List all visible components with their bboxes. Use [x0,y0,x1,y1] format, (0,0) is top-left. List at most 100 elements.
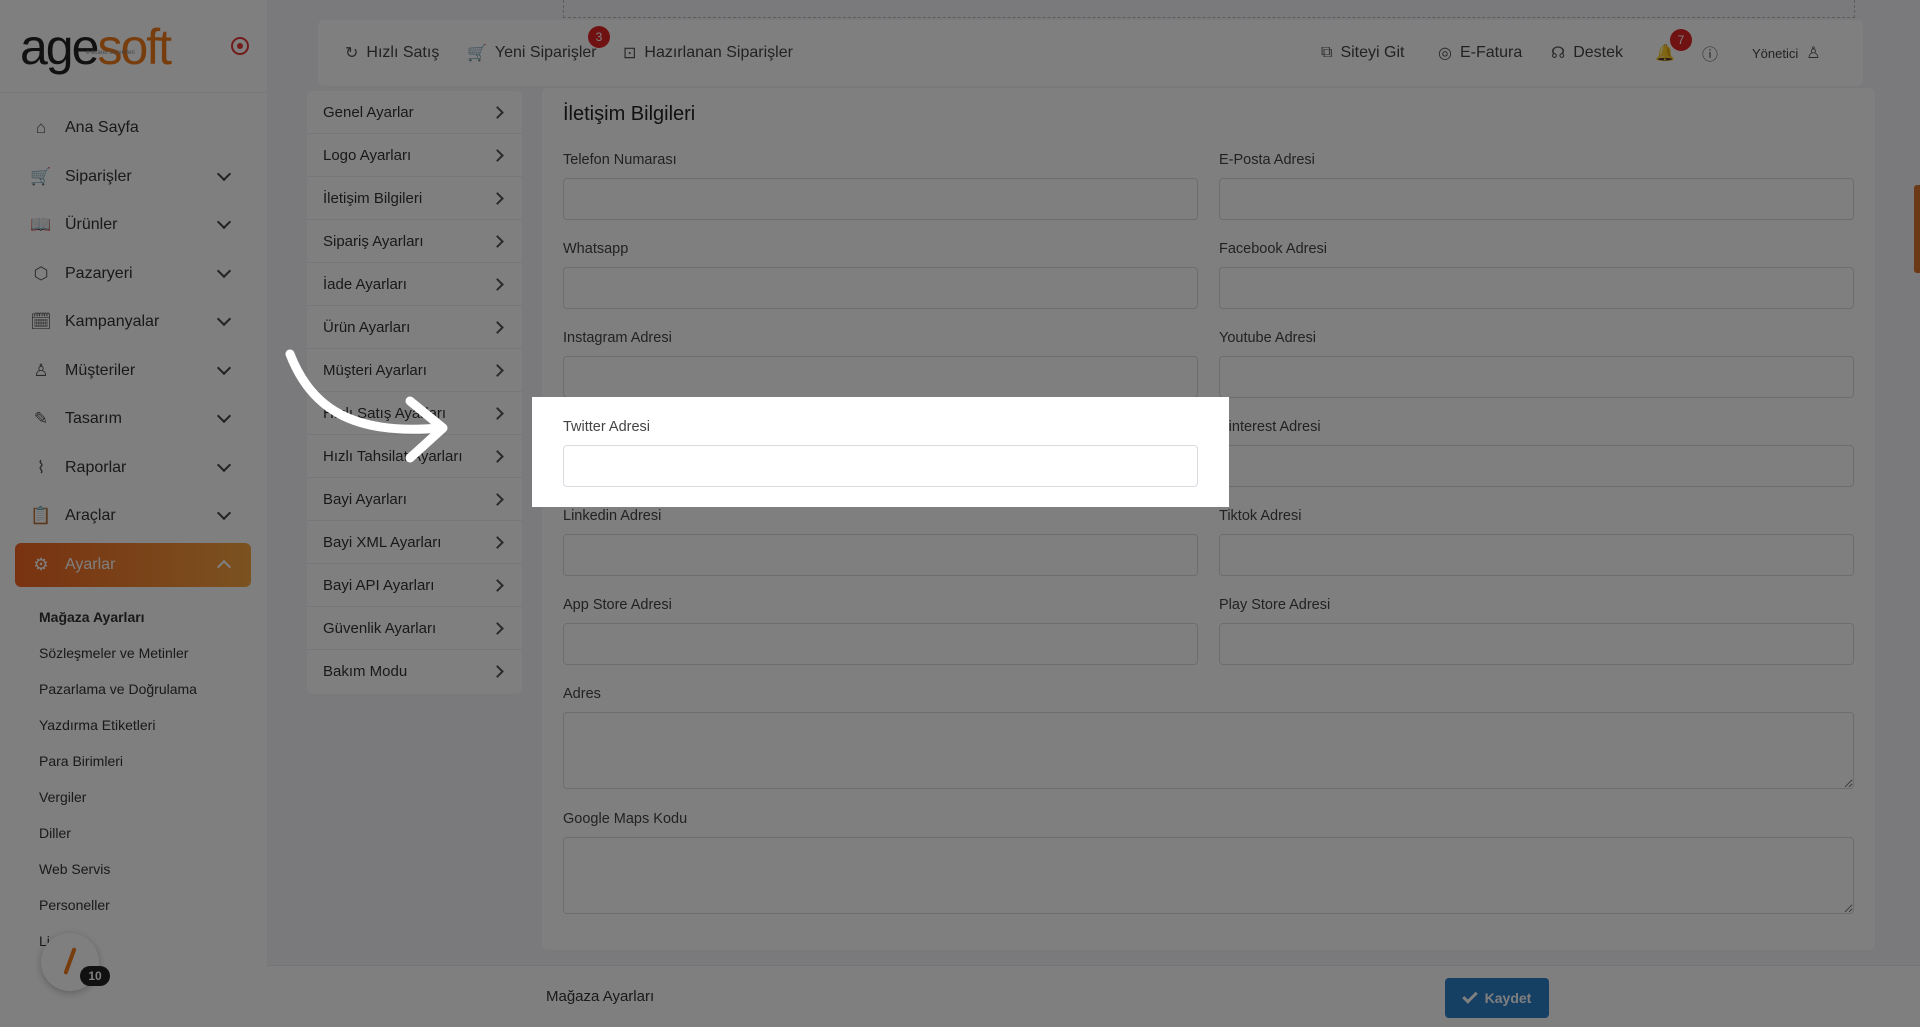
side-tab[interactable] [1914,185,1920,273]
hazirlanan-label: Hazırlanan Siparişler [644,44,793,61]
whatsapp-input[interactable] [563,267,1198,309]
whatsapp-label: Whatsapp [563,241,629,257]
submenu-item-magaza-ayarlari[interactable]: Mağaza Ayarları [39,599,197,635]
clipboard-icon: 📋 [30,506,52,525]
settings-nav-iletisim[interactable]: İletişim Bilgileri [307,177,522,220]
chevron-up-icon [216,559,232,574]
sidebar-item-label: Pazaryeri [65,264,133,282]
sidebar-item-label: Ayarlar [65,555,116,573]
submenu-item-diller[interactable]: Diller [39,815,197,851]
settings-nav-urun[interactable]: Ürün Ayarları [307,306,522,349]
sidebar-item-label: Siparişler [65,167,132,185]
phone-label: Telefon Numarası [563,152,677,168]
basket-icon: 🗓 [30,312,52,331]
playstore-input[interactable] [1219,623,1854,665]
sidebar-item-label: Ürünler [65,216,118,233]
refresh-icon: ↻ [345,45,359,62]
address-textarea[interactable] [563,712,1854,789]
submenu-item-personeller[interactable]: Personeller [39,887,197,923]
sidebar-item-siparisler[interactable]: 🛒 Siparişler [15,155,251,199]
chevron-down-icon [216,505,232,521]
sidebar-item-label: Tasarım [65,410,122,427]
email-label: E-Posta Adresi [1219,152,1315,168]
chart-icon: ⌇ [36,457,46,477]
pinterest-input[interactable] [1219,445,1854,487]
top-bar: ↻ Hızlı Satış 🛒 Yeni Siparişler 3 ⊡ Hazırla… [318,20,1863,86]
user-icon: ♙ [33,360,49,380]
sidebar-item-raporlar[interactable]: ⌇ Raporlar [15,446,251,490]
hazirlanan-siparisler-link[interactable]: ⊡ Hazırlanan Siparişler [623,20,793,86]
settings-nav-iade[interactable]: İade Ayarları [307,263,522,306]
save-button[interactable]: Kaydet [1445,978,1549,1018]
tiktok-input[interactable] [1219,534,1854,576]
logo[interactable]: agesoft [20,22,172,72]
divider [0,92,267,93]
linkedin-label: Linkedin Adresi [563,508,662,524]
chevron-down-icon [216,360,232,375]
submenu-item-vergiler[interactable]: Vergiler [39,779,197,815]
quick-action-badge: 10 [80,966,110,986]
appstore-label: App Store Adresi [563,597,672,613]
submenu-item-yazdirma[interactable]: Yazdırma Etiketleri [39,707,197,743]
submenu-item-web-servis[interactable]: Web Servis [39,851,197,887]
instagram-input[interactable] [563,356,1198,398]
settings-nav-bayi-xml[interactable]: Bayi XML Ayarları [307,521,522,564]
playstore-label: Play Store Adresi [1219,597,1331,613]
sidebar-toggle-icon[interactable] [231,37,249,55]
user-menu[interactable]: Yönetici ♙ [1752,20,1829,86]
destek-label: Destek [1573,44,1624,61]
new-orders-badge: 3 [588,26,610,48]
notification-badge: 7 [1670,29,1692,51]
settings-nav-bakim[interactable]: Bakım Modu [307,650,522,693]
check-icon [1461,988,1478,1004]
sidebar-item-kampanyalar[interactable]: 🗓 Kampanyalar [15,300,251,344]
linkedin-input[interactable] [563,534,1198,576]
sidebar-item-urunler[interactable]: 📖 Ürünler [15,203,251,247]
ayarlar-submenu: Mağaza Ayarları Sözleşmeler ve Metinler … [39,599,197,959]
book-icon: 📖 [30,215,52,234]
efatura-label: E-Fatura [1459,44,1523,61]
info-button[interactable]: ⓘ [1702,20,1726,86]
pencil-icon [63,947,77,975]
logo-tagline: e-ticaret sistemleri [86,50,135,56]
facebook-input[interactable] [1219,267,1854,309]
hizli-satis-link[interactable]: ↻ Hızlı Satış [345,20,439,86]
facebook-label: Facebook Adresi [1219,241,1328,257]
settings-nav-bayi[interactable]: Bayi Ayarları [307,478,522,521]
settings-nav-guvenlik[interactable]: Güvenlik Ayarları [307,607,522,650]
settings-nav-bayi-api[interactable]: Bayi API Ayarları [307,564,522,607]
bottom-bar [267,965,1920,1027]
sidebar-item-musteriler[interactable]: ♙ Müşteriler [15,349,251,393]
settings-nav-logo[interactable]: Logo Ayarları [307,134,522,177]
settings-nav-siparis[interactable]: Sipariş Ayarları [307,220,522,263]
user-name: Yönetici [1752,45,1799,61]
sidebar-item-tasarim[interactable]: ✎ Tasarım [15,397,251,441]
hizli-satis-label: Hızlı Satış [366,44,440,61]
pointer-arrow-icon [285,349,448,463]
siteyi-git-link[interactable]: ⧉ Siteyi Git [1321,20,1404,86]
destek-link[interactable]: ☊ Destek [1551,20,1623,86]
efatura-link[interactable]: ◎ E-Fatura [1438,20,1522,86]
youtube-input[interactable] [1219,356,1854,398]
tiktok-label: Tiktok Adresi [1219,508,1302,524]
maps-textarea[interactable] [563,837,1854,914]
sidebar-item-label: Araçlar [65,507,116,524]
submenu-item-para-birimleri[interactable]: Para Birimleri [39,743,197,779]
yeni-siparisler-link[interactable]: 🛒 Yeni Siparişler [467,20,597,86]
submenu-item-sozlesmeler[interactable]: Sözleşmeler ve Metinler [39,635,197,671]
twitter-input[interactable] [563,445,1198,487]
appstore-input[interactable] [563,623,1198,665]
cart-icon: 🛒 [467,45,487,62]
sidebar-item-ana-sayfa[interactable]: ⌂ Ana Sayfa [15,106,251,150]
sidebar-item-pazaryeri[interactable]: ⬡ Pazaryeri [15,252,251,296]
invoice-icon: ◎ [1438,45,1452,62]
chevron-down-icon [216,214,232,230]
sidebar-item-ayarlar[interactable]: ⚙ Ayarlar [15,542,251,587]
chevron-down-icon [216,311,232,327]
save-label: Kaydet [1484,990,1532,1006]
email-input[interactable] [1219,178,1854,220]
sidebar-item-araclar[interactable]: 📋 Araçlar [15,494,251,538]
settings-nav-genel[interactable]: Genel Ayarlar [307,91,522,134]
submenu-item-pazarlama[interactable]: Pazarlama ve Doğrulama [39,671,197,707]
phone-input[interactable] [563,178,1198,220]
